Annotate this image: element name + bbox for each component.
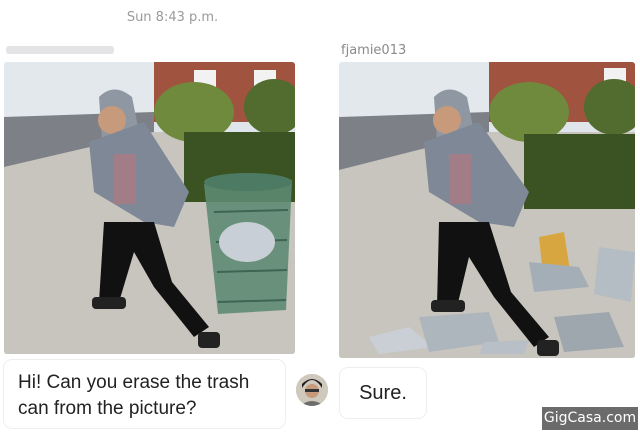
original-photo[interactable] [4, 62, 295, 354]
edited-photo-scene [339, 62, 635, 358]
avatar[interactable] [296, 374, 328, 406]
trash-can [204, 173, 292, 314]
reply-sender-name: fjamie013 [341, 43, 407, 58]
original-photo-scene [4, 62, 295, 354]
reply-message-bubble: Sure. [340, 368, 426, 418]
avatar-photo [296, 374, 328, 406]
user-message-bubble: Hi! Can you erase the trash can from the… [4, 360, 285, 428]
edited-photo[interactable] [339, 62, 635, 358]
message-timestamp: Sun 8:43 p.m. [126, 10, 219, 25]
redacted-sender-name [6, 46, 114, 54]
watermark: GigCasa.com [542, 407, 638, 430]
